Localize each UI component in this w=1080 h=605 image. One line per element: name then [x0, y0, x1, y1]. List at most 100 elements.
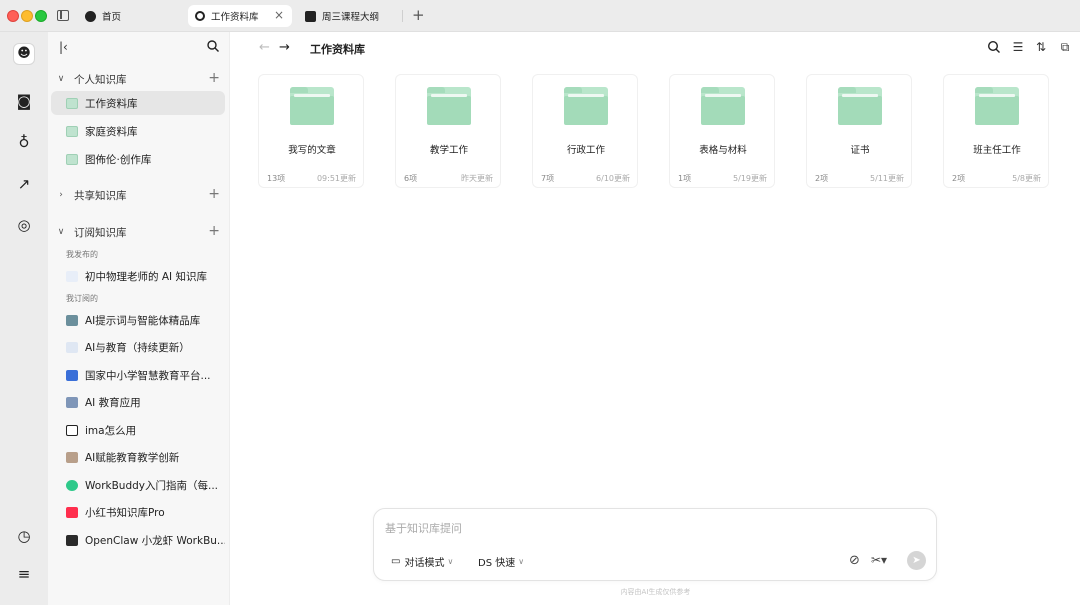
chevron-right-icon: ›	[59, 190, 63, 200]
folder-name: 证书	[850, 145, 870, 156]
chat-mode-label: 对话模式	[404, 558, 445, 569]
collapse-sidebar-icon[interactable]: |‹	[59, 40, 68, 54]
sidebar-item-label: 图佈伦·创作库	[85, 153, 152, 166]
sort-icon[interactable]: ⇅	[1034, 40, 1048, 54]
knowledge-sidebar: |‹ ∨ 个人知识库 + 工作资料库 家庭资料库 图佈伦·创作库 › 共享知识库…	[48, 32, 230, 605]
list-view-icon[interactable]: ☰	[1011, 40, 1025, 54]
chart-icon[interactable]: ↗	[15, 175, 33, 193]
tab-course-outline[interactable]: 周三课程大纲	[305, 5, 379, 27]
folder-card[interactable]: 行政工作 7项 6/10更新	[532, 74, 638, 188]
folder-updated: 5/8更新	[1012, 174, 1041, 183]
model-selector[interactable]: DS 快速 ∨	[478, 554, 524, 569]
section-subscribed[interactable]: ∨ 订阅知识库 +	[48, 222, 230, 242]
chevron-down-icon: ∨	[57, 74, 65, 84]
sidebar-item-physics-ai[interactable]: 初中物理老师的 AI 知识库	[51, 264, 225, 288]
library-thumbnail-icon	[66, 506, 78, 518]
close-tab-icon[interactable]: ×	[274, 8, 284, 22]
robot-icon[interactable]: ◙	[15, 92, 33, 110]
folder-icon	[427, 87, 471, 125]
folder-icon	[564, 87, 608, 125]
folder-updated: 09:51更新	[316, 174, 356, 183]
tab-label: 工作资料库	[211, 12, 259, 23]
sidebar-item-label: AI赋能教育教学创新	[85, 451, 180, 464]
sidebar-item-ai-prompts[interactable]: AI提示词与智能体精品库	[51, 308, 225, 332]
sidebar-item-label: ima怎么用	[85, 424, 137, 437]
tab-label: 周三课程大纲	[322, 12, 380, 23]
section-personal[interactable]: ∨ 个人知识库 +	[48, 69, 230, 89]
folder-icon	[290, 87, 334, 125]
lightbulb-icon	[195, 11, 205, 21]
sidebar-item-openclaw[interactable]: OpenClaw 小龙虾 WorkBu...	[51, 528, 225, 552]
app-rail: ☻ ◙ ♁ ↗ ◎ ◷ ≡	[0, 32, 48, 605]
add-icon[interactable]: +	[208, 186, 220, 202]
folder-count: 1项	[678, 174, 692, 183]
add-file-icon[interactable]: ⧉	[1058, 40, 1072, 54]
folder-name: 我写的文章	[288, 145, 336, 156]
breadcrumb: 工作资料库	[310, 43, 365, 56]
avatar[interactable]: ☻	[13, 43, 35, 65]
sidebar-item-creation-library[interactable]: 图佈伦·创作库	[51, 147, 225, 171]
sidebar-item-label: OpenClaw 小龙虾 WorkBu...	[85, 534, 225, 547]
lightbulb-icon[interactable]: ♁	[15, 133, 33, 151]
model-label: DS 快速	[478, 558, 516, 569]
clock-icon[interactable]: ◷	[15, 527, 33, 545]
send-button[interactable]: ➤	[907, 551, 926, 570]
sidebar-item-label: 工作资料库	[85, 97, 138, 110]
add-icon[interactable]: +	[208, 70, 220, 86]
sidebar-item-family-library[interactable]: 家庭资料库	[51, 119, 225, 143]
new-tab-button[interactable]: +	[412, 6, 425, 24]
chat-input-box[interactable]: 基于知识库提问 ▭ 对话模式 ∨ DS 快速 ∨ ⊘ ✂▾ ➤	[373, 508, 937, 581]
library-thumbnail-icon	[66, 534, 78, 546]
library-thumbnail-icon	[66, 479, 78, 491]
section-title: 共享知识库	[74, 189, 127, 202]
chat-input-placeholder[interactable]: 基于知识库提问	[385, 520, 462, 536]
chat-mode-selector[interactable]: ▭ 对话模式 ∨	[391, 554, 453, 569]
back-arrow-icon[interactable]: ←	[259, 40, 270, 55]
library-icon	[66, 125, 78, 137]
sidebar-item-label: AI与教育（持续更新）	[85, 341, 190, 354]
compass-icon[interactable]: ◎	[15, 216, 33, 234]
folder-updated: 昨天更新	[461, 174, 493, 183]
folder-card[interactable]: 表格与材料 1项 5/19更新	[669, 74, 775, 188]
add-icon[interactable]: +	[208, 223, 220, 239]
sidebar-toggle-icon[interactable]	[57, 10, 69, 21]
scissors-icon[interactable]: ✂▾	[871, 553, 887, 567]
search-icon[interactable]	[987, 40, 1001, 54]
sidebar-item-work-library[interactable]: 工作资料库	[51, 91, 225, 115]
tab-label: 首页	[102, 12, 122, 23]
sidebar-item-label: AI提示词与智能体精品库	[85, 314, 201, 327]
sidebar-item-ai-education[interactable]: AI与教育（持续更新）	[51, 335, 225, 359]
sidebar-item-label: AI 教育应用	[85, 396, 141, 409]
menu-icon[interactable]: ≡	[15, 565, 33, 583]
folder-count: 6项	[404, 174, 418, 183]
tab-work-library[interactable]: 工作资料库 ×	[188, 5, 292, 27]
dots-icon	[66, 270, 78, 282]
search-icon[interactable]	[207, 40, 219, 52]
folder-card[interactable]: 教学工作 6项 昨天更新	[395, 74, 501, 188]
library-icon	[66, 97, 78, 109]
sidebar-item-national-platform[interactable]: 国家中小学智慧教育平台...	[51, 363, 225, 387]
maximize-window-button[interactable]	[35, 10, 47, 22]
folder-card[interactable]: 我写的文章 13项 09:51更新	[258, 74, 364, 188]
title-bar: 首页 工作资料库 × 周三课程大纲 +	[0, 0, 1080, 32]
library-thumbnail-icon	[66, 369, 78, 381]
folder-card[interactable]: 班主任工作 2项 5/8更新	[943, 74, 1049, 188]
chat-bubble-icon: ▭	[391, 556, 401, 567]
sidebar-item-ai-edu-app[interactable]: AI 教育应用	[51, 390, 225, 414]
folder-count: 2项	[815, 174, 829, 183]
attach-icon[interactable]: ⊘	[849, 553, 860, 568]
close-window-button[interactable]	[7, 10, 19, 22]
minimize-window-button[interactable]	[21, 10, 33, 22]
sidebar-item-xiaohongshu[interactable]: 小红书知识库Pro	[51, 500, 225, 524]
main-content: ← → 工作资料库 ☰ ⇅ ⧉ 我写的文章 13项 09:51更新 教学工作 6…	[231, 32, 1080, 605]
sidebar-item-workbuddy[interactable]: WorkBuddy入门指南（每...	[51, 473, 225, 497]
sidebar-item-ima-howto[interactable]: ima怎么用	[51, 418, 225, 442]
folder-updated: 6/10更新	[596, 174, 630, 183]
sidebar-item-label: 家庭资料库	[85, 125, 138, 138]
section-shared[interactable]: › 共享知识库 +	[48, 185, 230, 205]
tab-home[interactable]: 首页	[85, 5, 121, 27]
note-icon	[305, 10, 316, 22]
forward-arrow-icon[interactable]: →	[279, 40, 290, 55]
sidebar-item-ai-empower[interactable]: AI赋能教育教学创新	[51, 445, 225, 469]
folder-card[interactable]: 证书 2项 5/11更新	[806, 74, 912, 188]
